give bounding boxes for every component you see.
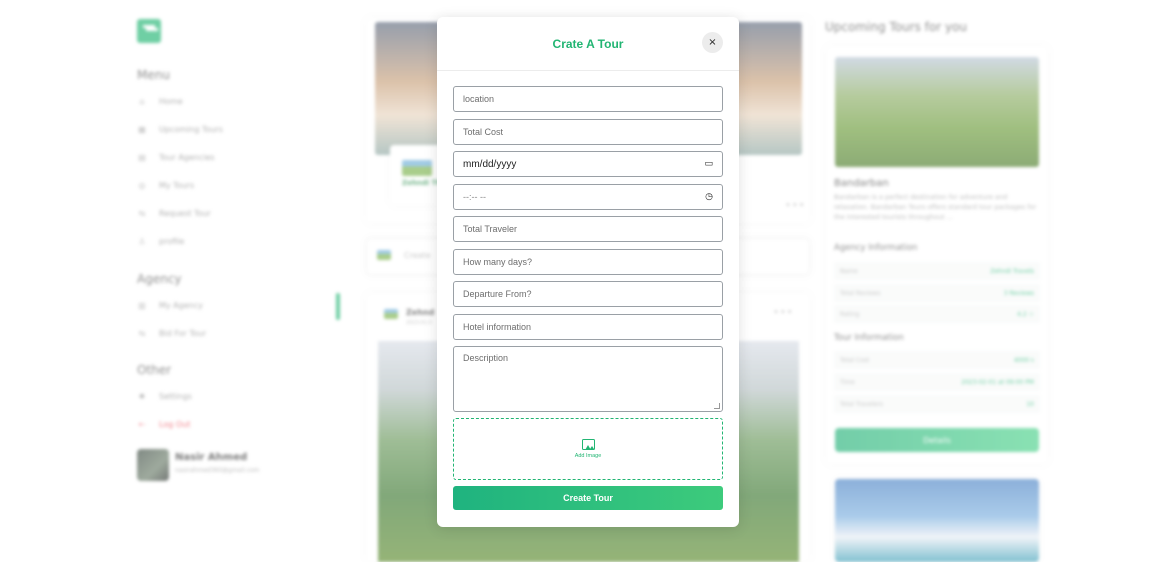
total-traveler-field[interactable]: [453, 216, 723, 242]
total-cost-field[interactable]: [453, 119, 723, 145]
description-field[interactable]: [453, 346, 723, 412]
close-button[interactable]: ×: [702, 32, 723, 53]
description-input[interactable]: [463, 353, 713, 405]
days-input[interactable]: [463, 257, 713, 267]
close-icon: ×: [708, 37, 717, 48]
total-cost-input[interactable]: [463, 127, 713, 137]
add-image-label: Add Image: [574, 453, 602, 459]
image-icon: [581, 439, 595, 450]
modal-title: Crate A Tour: [552, 37, 624, 51]
location-input[interactable]: [463, 94, 713, 104]
location-field[interactable]: [453, 86, 723, 112]
hotel-input[interactable]: [463, 322, 713, 332]
clock-icon[interactable]: ◷: [705, 192, 713, 202]
departure-input[interactable]: [463, 289, 713, 299]
image-dropzone[interactable]: Add Image: [453, 418, 723, 480]
hotel-field[interactable]: [453, 314, 723, 340]
date-input[interactable]: mm/dd/yyyy: [463, 159, 698, 170]
time-input[interactable]: --:-- --: [463, 192, 699, 202]
create-tour-button[interactable]: Create Tour: [453, 486, 723, 510]
days-field[interactable]: [453, 249, 723, 275]
calendar-icon[interactable]: ▭: [704, 159, 713, 169]
time-field[interactable]: --:-- -- ◷: [453, 184, 723, 210]
resize-handle[interactable]: [714, 403, 720, 409]
modal-header: Crate A Tour ×: [437, 17, 739, 71]
create-tour-modal: Crate A Tour × mm/dd/yyyy ▭ --:-- -- ◷ A…: [437, 17, 739, 527]
date-field[interactable]: mm/dd/yyyy ▭: [453, 151, 723, 177]
total-traveler-input[interactable]: [463, 224, 713, 234]
departure-field[interactable]: [453, 281, 723, 307]
